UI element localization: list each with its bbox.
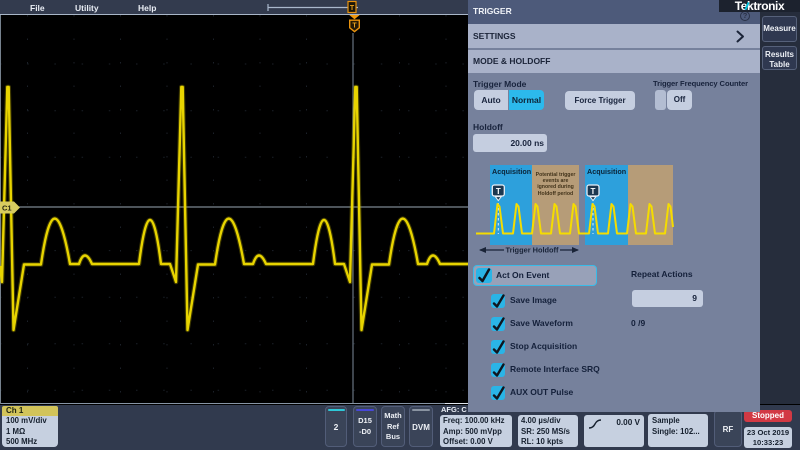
svg-text:T: T	[352, 23, 357, 30]
svg-text:T: T	[591, 187, 596, 196]
svg-text:T: T	[350, 5, 355, 12]
svg-text:C1: C1	[2, 204, 12, 213]
svg-text:Trigger Holdoff: Trigger Holdoff	[506, 246, 559, 255]
svg-text:T: T	[496, 187, 501, 196]
